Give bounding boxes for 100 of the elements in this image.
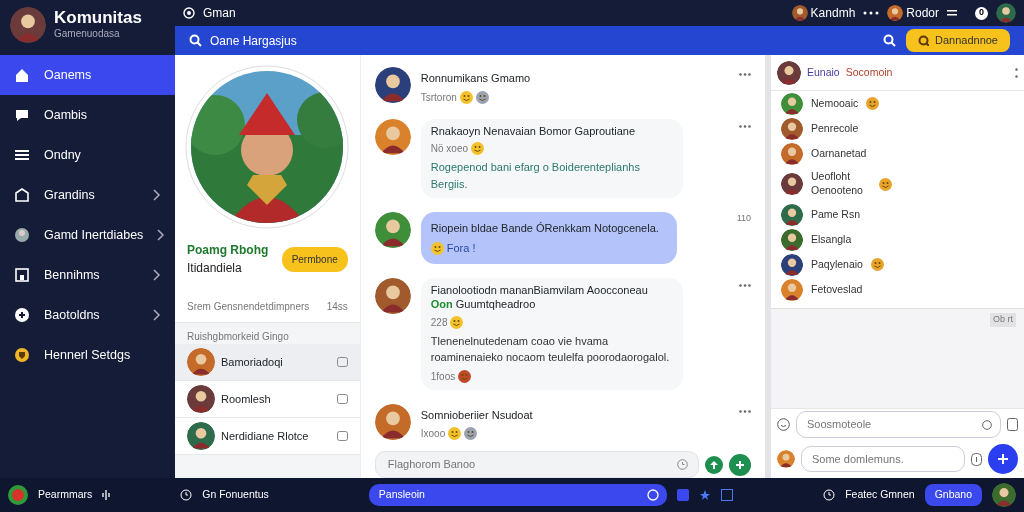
stat-value: 14ss	[326, 300, 348, 314]
upload-icon	[709, 459, 719, 470]
message-meta: Fora !	[446, 240, 476, 256]
emoji-icon[interactable]	[777, 418, 790, 431]
bottom-search-field[interactable]: Pansleoin	[368, 484, 667, 506]
tag-label: Oon	[430, 298, 453, 312]
stat-label: Srem Gensnendetdimpners	[187, 300, 310, 314]
chevron-icon	[157, 229, 166, 241]
message-author: Ronnumikans Gmamo	[420, 71, 531, 86]
message-meta: 228	[430, 315, 448, 330]
message-field[interactable]: Flaghorom Banoo	[374, 451, 699, 478]
frame-icon	[14, 267, 30, 283]
home-icon	[14, 67, 30, 83]
emoji-icon	[450, 315, 464, 329]
avatar	[781, 117, 803, 140]
app-title: Komunitas	[54, 9, 142, 26]
avatar	[777, 60, 801, 85]
member-row[interactable]: Paqylenaio	[781, 252, 1014, 277]
avatar	[992, 483, 1016, 507]
add-button[interactable]	[988, 444, 1018, 474]
house-icon	[14, 187, 30, 203]
emoji-icon	[879, 177, 892, 191]
member-row[interactable]: Oarnanetad	[781, 141, 1014, 166]
star-icon[interactable]	[698, 489, 711, 501]
profile-subtitle: Itidandiela	[187, 260, 243, 277]
emoji-icon	[471, 142, 484, 156]
avatar	[996, 3, 1016, 23]
chevron-icon	[153, 309, 161, 321]
app-icon[interactable]	[8, 485, 28, 505]
menu-icon[interactable]	[947, 9, 957, 17]
member-row[interactable]: Pame Rsn	[781, 202, 1014, 227]
status-text: Featec Gmnen	[845, 487, 915, 503]
avatar	[374, 212, 411, 249]
app-subtitle: Gamenuodasa	[54, 27, 121, 41]
bottom-link[interactable]: Gn Fonuentus	[202, 487, 269, 503]
avatar	[14, 227, 30, 243]
member-row[interactable]: Fetoveslad	[781, 277, 1014, 302]
avatar	[781, 92, 803, 115]
sidebar-item[interactable]: Hennerl Setdgs	[0, 335, 175, 375]
square-icon[interactable]	[676, 489, 689, 501]
more-icon[interactable]	[863, 11, 880, 15]
emoji-icon	[870, 258, 884, 271]
message-input[interactable]: Flaghorom Banoo	[385, 455, 677, 474]
message-meta: Ixooo	[420, 427, 446, 442]
reply-input[interactable]: Some domlemuns.	[810, 449, 956, 469]
sidebar-item[interactable]: Baotoldns	[0, 295, 175, 335]
message-meta: 1foos	[430, 369, 456, 384]
bottom-button[interactable]: Gnbano	[924, 484, 982, 506]
member-row[interactable]: Roomlesh	[175, 381, 360, 418]
comment-field[interactable]: Soosmoteole	[796, 411, 1001, 438]
sidebar-item[interactable]: Oambis	[0, 95, 175, 135]
reply-field[interactable]: Some domlemuns.	[801, 445, 965, 473]
emoji-icon	[866, 97, 880, 110]
avatar	[187, 348, 215, 376]
sidebar-item[interactable]: Ondny	[0, 135, 175, 175]
app-label: Gman	[203, 5, 236, 22]
sidebar-item[interactable]: Oanems	[0, 55, 175, 95]
message-author: Guumtqheadroo	[455, 298, 536, 312]
audio-icon[interactable]	[102, 489, 111, 501]
avatar	[781, 278, 803, 301]
sidebar-item[interactable]: Gamd Inertdiabes	[0, 215, 175, 255]
member-row[interactable]: Penrecole	[781, 116, 1014, 141]
search-input[interactable]: Pansleoin	[376, 486, 647, 504]
avatar	[781, 142, 803, 165]
member-row[interactable]: Bamoriadoqi	[175, 344, 360, 381]
avatar	[10, 7, 46, 43]
upload-button[interactable]	[705, 455, 723, 474]
chevron-icon	[153, 269, 161, 281]
emoji-icon	[459, 90, 473, 104]
profile-button[interactable]: Permbone	[281, 246, 348, 272]
app-name: Pearmmars	[38, 487, 93, 503]
emoji-icon	[458, 369, 472, 383]
message-meta: Tsrtoron	[420, 90, 457, 105]
comment-input[interactable]: Soosmoteole	[805, 415, 982, 434]
user-name[interactable]: Kandmh	[810, 4, 856, 22]
add-button[interactable]	[729, 453, 751, 476]
member-row[interactable]: Nerdidiane Rlotce	[175, 418, 360, 455]
message-text: Riopein bldae Bande ÓRenkkam Notogcenela.	[430, 221, 660, 237]
chevron-icon	[153, 189, 161, 201]
sidebar-item[interactable]: Bennihms	[0, 255, 175, 295]
member-row[interactable]: Elsangla	[781, 227, 1014, 252]
user-name[interactable]: Rodor	[906, 4, 939, 22]
member-row[interactable]: Ueofloht Oenooteno	[781, 166, 1014, 202]
frame-icon[interactable]	[720, 489, 733, 501]
avatar	[781, 228, 803, 251]
panel-subtitle: Socomoin	[845, 64, 893, 80]
action-button[interactable]: Dannadnnoe	[906, 29, 1010, 52]
sidebar-item[interactable]: Grandins	[0, 175, 175, 215]
emoji-icon	[475, 90, 489, 104]
avatar	[777, 450, 795, 468]
tag-label: Ob rt	[990, 313, 1016, 327]
avatar	[187, 385, 215, 413]
message-text: Tlenenelnutedenam coao vie hvama roaminenaieko nocaom teulelfa poorodaorogalol.	[430, 333, 671, 366]
message-meta: Nö xoeo	[430, 142, 468, 157]
avatar	[887, 5, 904, 21]
plus-circle-icon	[14, 307, 30, 323]
chat-icon	[14, 107, 30, 123]
profile-name: Poamg Rbohg	[187, 242, 270, 259]
member-row[interactable]: Nemooaic	[781, 91, 1014, 116]
avatar	[781, 253, 803, 276]
